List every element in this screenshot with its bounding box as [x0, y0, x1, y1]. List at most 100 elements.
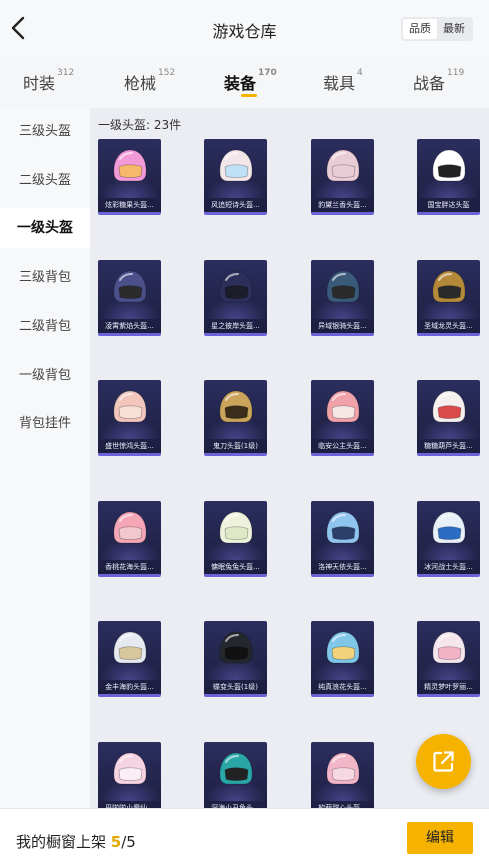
active-tab-indicator	[241, 94, 257, 97]
item-name: 慵眠兔兔头盔...	[211, 563, 260, 571]
item-name: 凌霄紫焰头盔...	[105, 322, 154, 330]
sidebar-item-level1-backpack[interactable]: 一级背包	[0, 356, 90, 396]
item-card[interactable]: 豹黛兰香头盔...	[311, 139, 374, 215]
item-card[interactable]: 盛世惊鸿头盔...	[98, 380, 161, 456]
tab-fashion[interactable]: 时装312	[23, 68, 75, 94]
item-name: 香桃花海头盔...	[105, 563, 154, 571]
item-name: 豹黛兰香头盔...	[318, 201, 367, 209]
item-name: 国宝胖达头盔	[427, 201, 470, 209]
sidebar-item-level2-helmet[interactable]: 二级头盔	[0, 161, 90, 201]
item-card[interactable]: 洛神天依头盔...	[311, 501, 374, 577]
item-card[interactable]: 深海小丑鱼头...	[204, 742, 267, 808]
edit-button[interactable]: 编辑	[407, 822, 473, 854]
item-card[interactable]: 巴啦啦小魔仙...	[98, 742, 161, 808]
helmet-icon	[113, 390, 147, 423]
sidebar-item-level1-helmet[interactable]: 一级头盔	[0, 208, 90, 248]
header: 游戏仓库 品质 最新	[0, 0, 489, 58]
item-card[interactable]: 精灵梦叶罗丽...	[417, 621, 480, 697]
tab-supplies[interactable]: 战备119	[413, 68, 465, 94]
item-name: 炫彩糖果头盔...	[105, 201, 154, 209]
item-card[interactable]: 星之彼岸头盔...	[204, 260, 267, 336]
item-name: 糖糖葫芦头盔...	[424, 442, 473, 450]
item-name: 异域银骑头盔...	[318, 322, 367, 330]
sidebar-item-level3-backpack[interactable]: 三级背包	[0, 258, 90, 298]
item-name: 圣域龙灵头盔...	[424, 322, 473, 330]
item-card[interactable]: 临安公主头盔...	[311, 380, 374, 456]
tab-count: 312	[57, 68, 75, 78]
item-card[interactable]: 国宝胖达头盔	[417, 139, 480, 215]
item-card[interactable]: 糖糖葫芦头盔...	[417, 380, 480, 456]
item-card[interactable]: 慵眠兔兔头盔...	[204, 501, 267, 577]
helmet-icon	[326, 390, 360, 423]
item-name: 临安公主头盔...	[318, 442, 367, 450]
tab-equipment[interactable]: 装备170	[224, 68, 277, 94]
item-card[interactable]: 鬼刀头盔(1级)	[204, 380, 267, 456]
helmet-icon	[219, 752, 253, 785]
helmet-icon	[432, 511, 466, 544]
sidebar-item-backpack-charm[interactable]: 背包挂件	[0, 404, 90, 444]
helmet-icon	[432, 390, 466, 423]
item-card[interactable]: 纯真浪花头盔...	[311, 621, 374, 697]
item-name: 金丰海豹头盔...	[105, 683, 154, 691]
section-title: 一级头盔: 23件	[98, 118, 182, 132]
helmet-icon	[219, 390, 253, 423]
item-name: 蝶变头盔(1级)	[213, 683, 258, 691]
tab-label: 载具	[323, 74, 356, 93]
item-card[interactable]: 冰河战士头盔...	[417, 501, 480, 577]
tab-weapons[interactable]: 枪械152	[124, 68, 176, 94]
helmet-icon	[113, 631, 147, 664]
item-card[interactable]: 异域银骑头盔...	[311, 260, 374, 336]
helmet-icon	[219, 149, 253, 182]
helmet-icon	[219, 631, 253, 664]
item-card[interactable]: 香桃花海头盔...	[98, 501, 161, 577]
tab-count: 4	[357, 68, 363, 78]
sidebar-item-level2-backpack[interactable]: 二级背包	[0, 307, 90, 347]
item-name: 盛世惊鸿头盔...	[105, 442, 154, 450]
tab-label: 时装	[23, 74, 56, 93]
sort-by-newest-button[interactable]: 最新	[437, 19, 471, 39]
helmet-icon	[432, 270, 466, 303]
tab-count: 152	[158, 68, 176, 78]
showcase-label: 我的橱窗上架	[16, 833, 107, 851]
item-name: 鬼刀头盔(1级)	[213, 442, 258, 450]
item-card[interactable]: 凌霄紫焰头盔...	[98, 260, 161, 336]
helmet-icon	[113, 511, 147, 544]
item-card[interactable]: 金丰海豹头盔...	[98, 621, 161, 697]
share-button[interactable]	[416, 734, 471, 789]
item-grid: 一级头盔: 23件 炫彩糖果头盔... 风追短诗头盔... 豹黛兰香头盔... 国宝胖…	[90, 108, 489, 808]
helmet-icon	[326, 752, 360, 785]
sidebar-item-level3-helmet[interactable]: 三级头盔	[0, 112, 90, 152]
helmet-icon	[113, 270, 147, 303]
helmet-icon	[113, 149, 147, 182]
tab-label: 枪械	[124, 74, 157, 93]
item-card[interactable]: 软萌甜心头盔...	[311, 742, 374, 808]
sort-by-quality-button[interactable]: 品质	[403, 19, 437, 39]
item-card[interactable]: 炫彩糖果头盔...	[98, 139, 161, 215]
bottom-bar: 我的橱窗上架 5/5 编辑	[0, 808, 489, 866]
showcase-status: 我的橱窗上架 5/5	[16, 831, 136, 852]
item-name: 风追短诗头盔...	[211, 201, 260, 209]
helmet-icon	[326, 631, 360, 664]
sort-toggle: 品质 最新	[401, 17, 473, 41]
tab-vehicles[interactable]: 载具4	[323, 68, 363, 94]
external-link-icon	[433, 751, 454, 772]
item-card[interactable]: 风追短诗头盔...	[204, 139, 267, 215]
item-card[interactable]: 圣域龙灵头盔...	[417, 260, 480, 336]
tab-count: 170	[258, 68, 277, 78]
helmet-icon	[219, 270, 253, 303]
item-name: 星之彼岸头盔...	[211, 322, 260, 330]
helmet-icon	[326, 511, 360, 544]
helmet-icon	[432, 149, 466, 182]
helmet-icon	[326, 149, 360, 182]
tab-count: 119	[447, 68, 465, 78]
helmet-icon	[219, 511, 253, 544]
item-name: 纯真浪花头盔...	[318, 683, 367, 691]
showcase-current: 5	[110, 833, 122, 851]
tab-label: 装备	[224, 74, 257, 93]
item-card[interactable]: 蝶变头盔(1级)	[204, 621, 267, 697]
item-name: 精灵梦叶罗丽...	[424, 683, 473, 691]
item-name: 洛神天依头盔...	[318, 563, 367, 571]
showcase-total: /5	[121, 833, 136, 851]
item-name: 冰河战士头盔...	[424, 563, 473, 571]
tab-label: 战备	[413, 74, 446, 93]
